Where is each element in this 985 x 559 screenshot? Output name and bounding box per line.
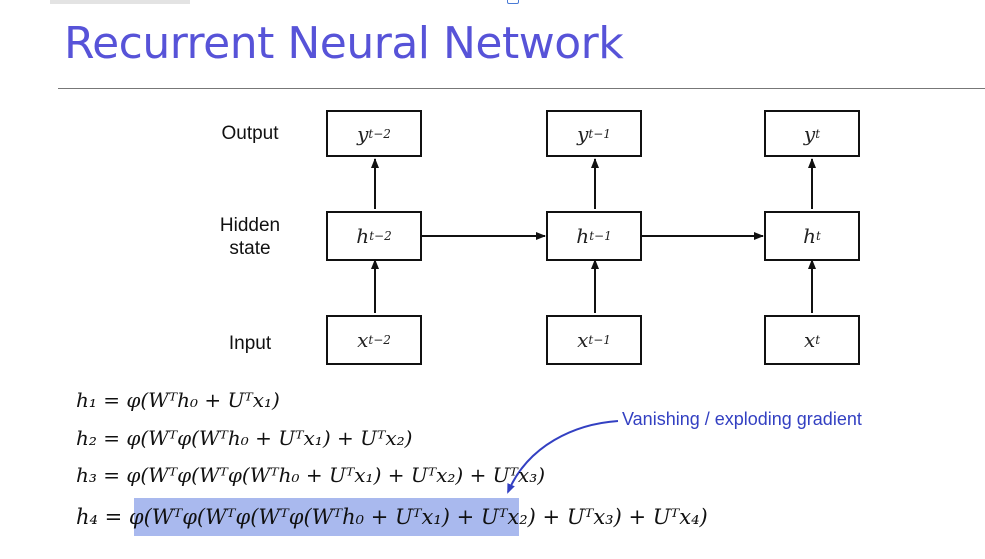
vanishing-gradient-annotation: Vanishing / exploding gradient xyxy=(622,409,862,429)
equation-h2: h₂ = φ(Wᵀφ(Wᵀh₀ + Uᵀx₁) + Uᵀx₂) xyxy=(76,426,413,450)
input-node-t-1: x t−1 xyxy=(546,315,642,365)
output-node-t: yt xyxy=(764,110,860,157)
input-node-t-2: x t−2 xyxy=(326,315,422,365)
hidden-node-t: ht xyxy=(764,211,860,261)
hidden-node-t-2: h t−2 xyxy=(326,211,422,261)
output-node-t-2: y t−2 xyxy=(326,110,422,157)
equation-h3: h₃ = φ(Wᵀφ(Wᵀφ(Wᵀh₀ + Uᵀx₁) + Uᵀx₂) + Uᵀ… xyxy=(76,463,546,487)
equation-h1: h₁ = φ(Wᵀh₀ + Uᵀx₁) xyxy=(76,388,280,412)
equation-h4: h₄ = φ(Wᵀφ(Wᵀφ(Wᵀφ(Wᵀh₀ + Uᵀx₁) + Uᵀx₂) … xyxy=(76,505,708,529)
hidden-node-t-1: h t−1 xyxy=(546,211,642,261)
output-node-t-1: y t−1 xyxy=(546,110,642,157)
input-node-t: xt xyxy=(764,315,860,365)
